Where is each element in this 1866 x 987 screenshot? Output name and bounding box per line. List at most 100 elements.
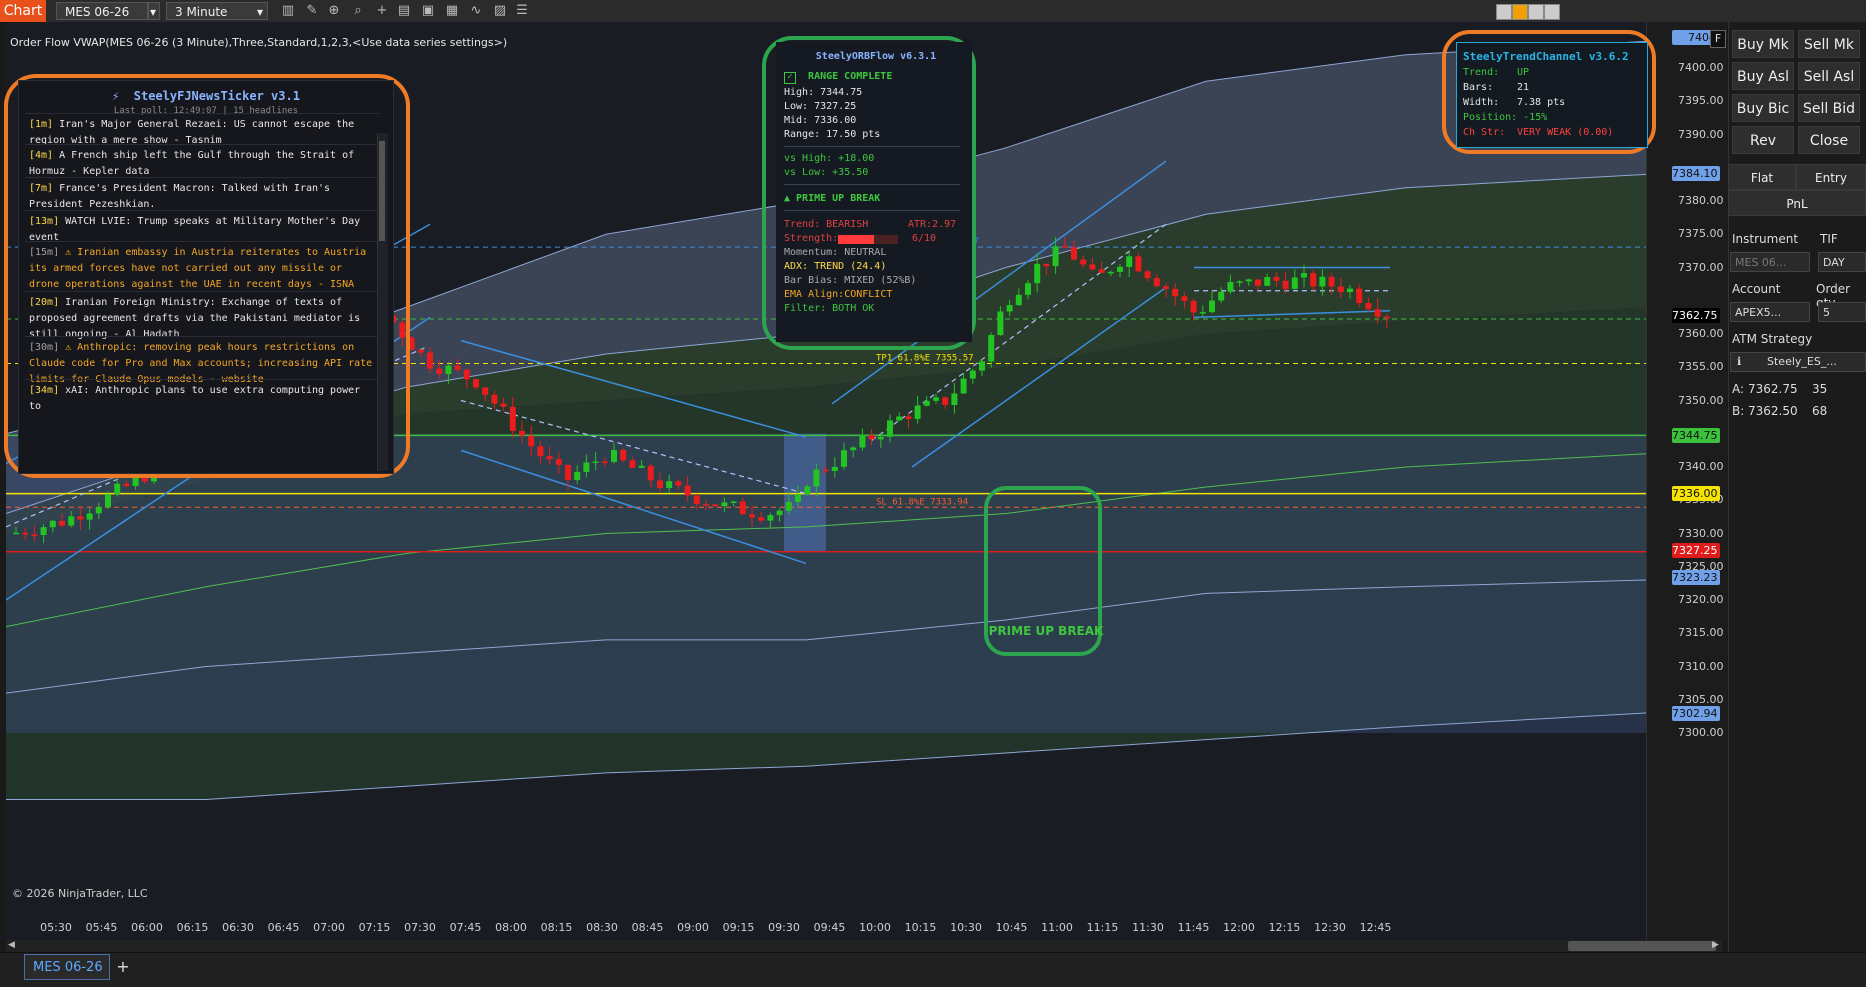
y-tick-label: 7395.00 (1678, 94, 1724, 108)
scroll-right-icon[interactable]: ▶ (1712, 940, 1719, 950)
minimize-window-icon[interactable] (1496, 4, 1512, 20)
trend-value: UP (1517, 67, 1530, 78)
flat-button[interactable]: Flat (1728, 164, 1796, 190)
orb-flow-panel: SteelyORBFlow v6.3.1 ✓ RANGE COMPLETE Hi… (776, 42, 972, 342)
indicator-icon[interactable]: ∿ (468, 3, 484, 19)
candle-body (1144, 271, 1151, 279)
news-item[interactable]: [15m] ⚠ Iranian embassy in Austria reite… (25, 241, 379, 298)
strategy-icon[interactable]: ▦ (444, 3, 460, 19)
template-icon[interactable]: ▨ (492, 3, 508, 19)
y-tick-label: 7330.00 (1678, 526, 1724, 540)
buy-market-button[interactable]: Buy Mk (1732, 30, 1794, 58)
candle-body (1301, 273, 1307, 278)
orb-range: Range: 17.50 pts (784, 129, 881, 140)
buy-bid-button[interactable]: Buy Bic (1732, 94, 1794, 122)
candle-body (831, 466, 838, 471)
interval-selector[interactable]: 3 Minute ▾ (166, 2, 268, 20)
candle-body (887, 420, 893, 437)
price-badge: 7323.23 (1672, 570, 1720, 585)
pnl-button[interactable]: PnL (1728, 190, 1866, 216)
instrument-dropdown[interactable]: MES 06... (1730, 252, 1810, 272)
lightning-icon: ⚡ (112, 89, 120, 103)
instrument-selector[interactable]: MES 06-26 (56, 2, 148, 20)
list-icon[interactable]: ☰ (514, 3, 530, 19)
reverse-button[interactable]: Rev (1732, 126, 1794, 154)
buy-ask-button[interactable]: Buy Asl (1732, 62, 1794, 90)
ask-price: 7362.75 (1748, 382, 1798, 396)
horizontal-scrollbar[interactable] (6, 940, 1722, 952)
candle-body (1291, 277, 1298, 289)
candle-body (1181, 296, 1188, 301)
x-tick-label: 09:45 (813, 921, 846, 934)
news-ticker-panel[interactable]: ⚡ SteelyFJNewsTicker v3.1 Last poll: 12:… (18, 80, 394, 474)
checkbox-icon: ✓ (784, 72, 796, 84)
candle-body (942, 397, 949, 406)
sell-bid-button[interactable]: Sell Bid (1798, 94, 1860, 122)
candle-body (712, 504, 719, 507)
sell-ask-button[interactable]: Sell Asl (1798, 62, 1860, 90)
candle-body (86, 513, 93, 520)
candle-body (1089, 264, 1096, 270)
restore-window-icon[interactable] (1528, 4, 1544, 20)
bid-price: 7362.50 (1748, 404, 1798, 418)
width-label: Width: (1463, 97, 1500, 108)
orb-break-label: ▲ PRIME UP BREAK (784, 193, 881, 204)
news-scroll-thumb[interactable] (379, 141, 385, 241)
x-tick-label: 08:15 (540, 921, 573, 934)
news-text: A French ship left the Gulf through the … (29, 150, 355, 177)
scroll-left-icon[interactable]: ◀ (8, 940, 15, 950)
candle-body (1227, 282, 1234, 292)
y-tick-label: 7320.00 (1678, 593, 1724, 606)
entry-button[interactable]: Entry (1796, 164, 1866, 190)
news-text: Iran's Major General Rezaei: US cannot e… (29, 119, 355, 146)
news-time: [34m] (29, 385, 60, 396)
bars-value: 21 (1517, 82, 1530, 93)
atm-strategy-dropdown[interactable]: ℹ Steely_ES_... (1730, 352, 1866, 372)
sell-market-button[interactable]: Sell Mk (1798, 30, 1860, 58)
orb-ema-align: EMA Align:CONFLICT (784, 289, 893, 300)
x-tick-label: 11:15 (1086, 921, 1119, 934)
price-axis[interactable] (1646, 22, 1727, 940)
warning-icon: ⚠ (59, 342, 78, 353)
crosshair-icon[interactable]: + (374, 3, 390, 19)
tab-mes[interactable]: MES 06-26 (24, 954, 110, 980)
zoom-icon[interactable]: ⊕ (326, 3, 342, 19)
horizontal-scroll-thumb[interactable] (1568, 941, 1716, 951)
close-window-icon[interactable] (1544, 4, 1560, 20)
candle-body (1153, 278, 1160, 287)
bar-type-icon[interactable]: ▥ (280, 3, 296, 19)
candle-body (647, 465, 654, 481)
candle-body (500, 403, 507, 407)
candle-body (776, 510, 783, 516)
draw-pencil-icon[interactable]: ✎ (304, 3, 320, 19)
candle-body (1209, 300, 1215, 313)
orb-adx: ADX: TREND (24.4) (784, 261, 887, 272)
candle-body (629, 460, 636, 468)
candle-body (1365, 303, 1372, 310)
x-tick-label: 12:45 (1359, 921, 1392, 934)
account-dropdown[interactable]: APEX5... (1730, 302, 1810, 322)
news-item[interactable]: [34m] xAI: Anthropic plans to use extra … (25, 379, 379, 420)
candle-body (491, 394, 498, 404)
link-window-icon[interactable] (1512, 4, 1528, 20)
data-box-icon[interactable]: ▣ (420, 3, 436, 19)
chevron-down-icon[interactable]: ▾ (148, 2, 160, 20)
orb-mid: Mid: 7336.00 (784, 115, 857, 126)
tif-dropdown[interactable]: DAY (1818, 252, 1866, 272)
add-tab-button[interactable]: + (112, 954, 134, 980)
candle-body (969, 370, 976, 379)
properties-icon[interactable]: ▤ (396, 3, 412, 19)
x-tick-label: 08:45 (631, 921, 664, 934)
orb-vs-low: vs Low: +35.50 (784, 167, 869, 178)
candle-body (1190, 300, 1197, 313)
order-qty-stepper[interactable]: 5 (1818, 302, 1866, 322)
news-time: [4m] (29, 150, 54, 161)
magnifier-icon[interactable]: ⌕ (350, 3, 366, 19)
candle-body (703, 504, 709, 506)
close-position-button[interactable]: Close (1798, 126, 1860, 154)
orb-filter: Filter: BOTH OK (784, 303, 875, 314)
warning-icon: ⚠ (59, 247, 78, 258)
f-button[interactable]: F (1710, 30, 1726, 48)
candle-body (105, 494, 111, 508)
candle-body (509, 406, 516, 431)
